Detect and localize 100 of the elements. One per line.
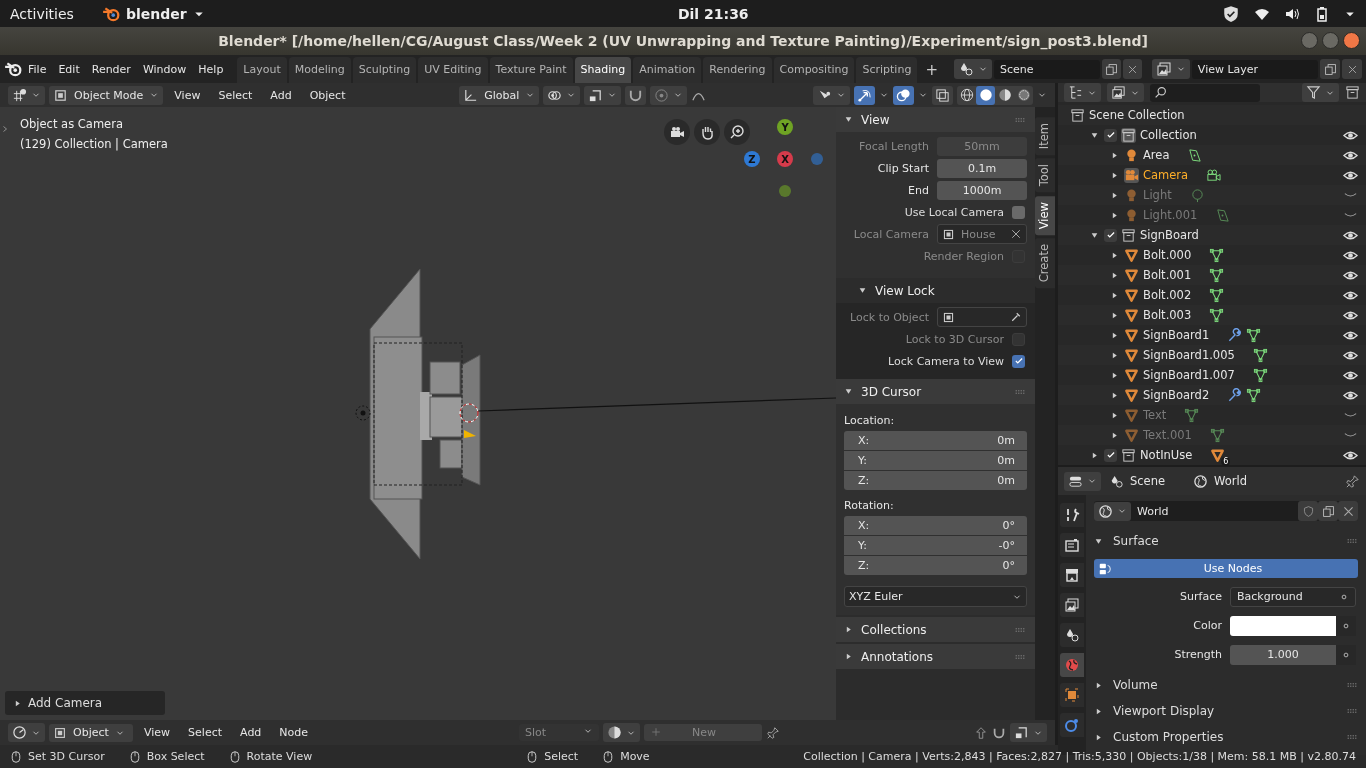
axis-dot[interactable] bbox=[779, 185, 791, 197]
new-collection-icon[interactable] bbox=[1345, 85, 1360, 100]
checkbox[interactable] bbox=[1104, 128, 1117, 142]
mesh-data-icon[interactable] bbox=[1209, 427, 1225, 443]
outliner-item[interactable]: SignBoard bbox=[1140, 228, 1199, 242]
output-tab[interactable] bbox=[1060, 563, 1084, 587]
outliner-item[interactable]: Scene Collection bbox=[1089, 108, 1185, 122]
menu-item[interactable]: View bbox=[137, 724, 178, 741]
workspace-tab[interactable]: Compositing bbox=[773, 57, 855, 83]
outliner-item[interactable]: SignBoard2 bbox=[1143, 388, 1210, 402]
menu-item[interactable]: Select bbox=[211, 86, 260, 104]
xray-toggle[interactable] bbox=[932, 85, 953, 105]
workspace-tab[interactable]: Rendering bbox=[703, 57, 772, 83]
view-layer-dropdown[interactable] bbox=[1151, 59, 1190, 79]
tool-tab[interactable] bbox=[1060, 503, 1084, 527]
menu-item[interactable]: Select bbox=[181, 724, 230, 741]
vector-field[interactable]: Y: 0m bbox=[844, 451, 1027, 470]
axis-dot[interactable] bbox=[811, 153, 823, 165]
outliner-item[interactable]: Bolt.001 bbox=[1143, 268, 1192, 282]
sidebar-tab[interactable]: View bbox=[1035, 195, 1055, 235]
rotation-mode-dropdown[interactable]: XYZ Euler bbox=[844, 586, 1027, 607]
wrench-icon[interactable] bbox=[1227, 387, 1243, 403]
workspace-tab[interactable]: Animation bbox=[633, 57, 702, 83]
axis-label[interactable]: X bbox=[777, 151, 793, 167]
mode-dropdown[interactable]: Object Mode bbox=[49, 85, 164, 105]
mesh-data-icon[interactable] bbox=[1252, 367, 1268, 383]
menu-item[interactable]: Render bbox=[85, 59, 137, 79]
wrench-icon[interactable] bbox=[1227, 327, 1243, 343]
menu-item[interactable]: Object bbox=[302, 86, 353, 104]
menu-item[interactable]: File bbox=[22, 59, 53, 79]
pan-button[interactable] bbox=[694, 119, 720, 145]
editor-type-dropdown[interactable] bbox=[1064, 83, 1101, 102]
proportional-dropdown[interactable] bbox=[650, 85, 688, 105]
vector-field[interactable]: X: 0m bbox=[844, 431, 1027, 450]
sidebar-tab[interactable]: Item bbox=[1035, 117, 1055, 156]
workspace-tab[interactable]: UV Editing bbox=[418, 57, 488, 83]
camera-data-icon[interactable] bbox=[1206, 167, 1222, 183]
pin-icon[interactable] bbox=[1345, 473, 1360, 489]
orientation-dropdown[interactable]: Global bbox=[459, 85, 540, 105]
add-workspace-button[interactable]: + bbox=[919, 57, 944, 83]
maximize-button[interactable] bbox=[1322, 32, 1339, 49]
mesh-data-icon[interactable] bbox=[1209, 287, 1225, 303]
workspace-tab[interactable]: Texture Paint bbox=[489, 57, 573, 83]
panel-header[interactable]: Annotations bbox=[836, 644, 1035, 669]
number-field[interactable]: 0.1m bbox=[937, 158, 1027, 178]
mesh-data-icon[interactable] bbox=[1252, 347, 1268, 363]
zoom-button[interactable] bbox=[724, 119, 750, 145]
solid-shading-button[interactable] bbox=[976, 85, 995, 105]
world-tab[interactable] bbox=[1060, 653, 1084, 677]
unlink-button[interactable] bbox=[1338, 501, 1358, 521]
outliner-item[interactable]: Camera bbox=[1143, 168, 1189, 182]
sidebar-tab[interactable]: Create bbox=[1035, 237, 1055, 289]
mesh-data-icon[interactable] bbox=[1209, 307, 1225, 323]
minimize-button[interactable] bbox=[1301, 32, 1318, 49]
panel-header[interactable]: 3D Cursor bbox=[836, 379, 1035, 404]
axis-label[interactable]: Z bbox=[744, 151, 760, 167]
object-type-dropdown[interactable]: Object bbox=[49, 723, 133, 742]
snap-toggle[interactable] bbox=[625, 85, 647, 105]
outliner-item[interactable]: Bolt.002 bbox=[1143, 288, 1192, 302]
sidebar-toggle-icon[interactable] bbox=[1, 123, 9, 135]
mesh-data-icon[interactable] bbox=[1246, 387, 1262, 403]
outliner-item[interactable]: Collection bbox=[1140, 128, 1197, 142]
outliner-item[interactable]: SignBoard1.005 bbox=[1143, 348, 1235, 362]
menu-item[interactable]: View bbox=[167, 86, 208, 104]
constraint-tab[interactable] bbox=[1060, 713, 1084, 737]
breadcrumb-item[interactable]: World bbox=[1214, 474, 1248, 488]
scene-dropdown[interactable] bbox=[953, 59, 992, 79]
object-tab[interactable] bbox=[1060, 683, 1084, 707]
outliner-item[interactable]: SignBoard1.007 bbox=[1143, 368, 1235, 382]
snap-mode-dropdown[interactable] bbox=[1010, 723, 1047, 742]
app-menu-label[interactable]: blender bbox=[125, 5, 187, 22]
copy-button[interactable] bbox=[1101, 59, 1121, 79]
fake-user-button[interactable] bbox=[1298, 501, 1318, 521]
breadcrumb-item[interactable]: Scene bbox=[1130, 474, 1166, 488]
workspace-tab[interactable]: Sculpting bbox=[352, 57, 417, 83]
workspace-tab[interactable]: Scripting bbox=[856, 57, 918, 83]
outliner-item[interactable]: Area bbox=[1143, 148, 1170, 162]
render-tab[interactable] bbox=[1060, 533, 1084, 557]
activities-button[interactable]: Activities bbox=[10, 5, 74, 22]
slot-dropdown[interactable]: Slot bbox=[519, 724, 600, 741]
blender-logo-icon[interactable] bbox=[4, 60, 22, 78]
panel-header[interactable]: View bbox=[836, 107, 1035, 132]
last-operator-panel[interactable]: Add Camera bbox=[5, 691, 165, 715]
workspace-tab[interactable]: Layout bbox=[237, 57, 287, 83]
menu-item[interactable]: Add bbox=[263, 86, 299, 104]
remove-button[interactable] bbox=[1342, 59, 1362, 79]
number-field[interactable]: 1000m bbox=[937, 180, 1027, 200]
overlay-toggle[interactable] bbox=[893, 85, 914, 105]
parent-arrow-icon[interactable] bbox=[974, 725, 988, 740]
mesh-data-icon[interactable] bbox=[1209, 267, 1225, 283]
panel-header[interactable]: Viewport Display bbox=[1094, 699, 1358, 723]
editor-type-dropdown[interactable] bbox=[8, 85, 45, 105]
pivot-dropdown[interactable] bbox=[543, 85, 581, 105]
number-field[interactable]: 1.000 bbox=[1230, 644, 1336, 665]
vector-field[interactable]: Z: 0m bbox=[844, 471, 1027, 490]
socket-button[interactable] bbox=[1336, 615, 1356, 636]
checkbox[interactable] bbox=[1104, 228, 1117, 242]
display-mode-dropdown[interactable] bbox=[1107, 83, 1144, 102]
area-light-icon[interactable] bbox=[1187, 147, 1203, 163]
socket-button[interactable] bbox=[1336, 644, 1356, 665]
